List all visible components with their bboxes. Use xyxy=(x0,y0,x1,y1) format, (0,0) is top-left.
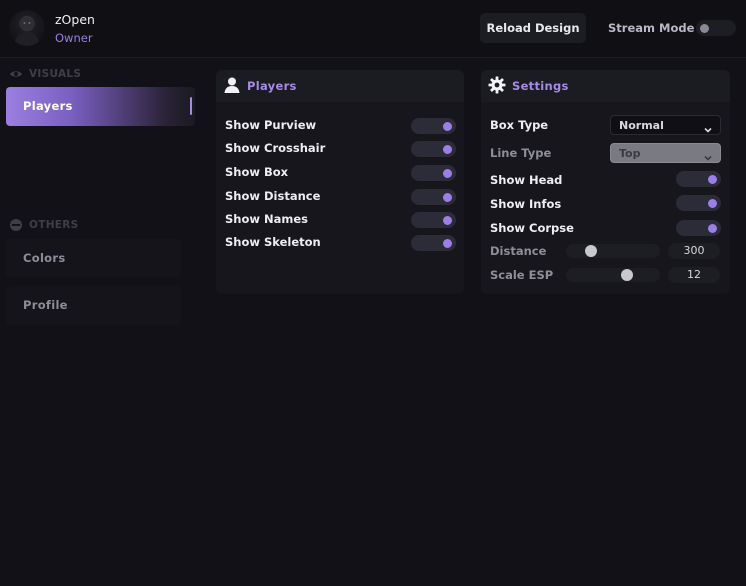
row-label: Show Crosshair xyxy=(225,141,326,155)
sidebar-item-players[interactable]: Players xyxy=(6,87,195,126)
row-label: Show Purview xyxy=(225,118,317,132)
toggle-knob xyxy=(443,145,452,154)
row-label: Show Skeleton xyxy=(225,235,321,249)
line-type-label: Line Type xyxy=(490,146,552,160)
box-type-select[interactable]: Normal xyxy=(610,115,721,135)
username: zOpen xyxy=(55,12,95,27)
sidebar-section-others: OTHERS xyxy=(9,218,79,232)
line-type-select[interactable]: Top xyxy=(610,143,721,163)
show-corpse-label: Show Corpse xyxy=(490,221,574,235)
show-head-toggle[interactable] xyxy=(676,171,721,187)
toggle-knob xyxy=(443,122,452,131)
slider-knob[interactable] xyxy=(585,245,597,257)
section-title-text: VISUALS xyxy=(29,68,82,80)
show-head-label: Show Head xyxy=(490,173,563,187)
sidebar-item-profile[interactable]: Profile xyxy=(6,286,181,325)
circle-icon xyxy=(9,218,23,232)
row-label: Show Box xyxy=(225,165,289,179)
avatar[interactable] xyxy=(9,10,45,46)
distance-value[interactable]: 300 xyxy=(668,243,720,259)
eye-icon xyxy=(9,67,23,81)
select-value: Top xyxy=(619,147,641,160)
header-bar: zOpen Owner Reload Design Stream Mode xyxy=(0,0,746,58)
show-purview-toggle[interactable] xyxy=(411,118,456,134)
box-type-label: Box Type xyxy=(490,118,549,132)
sidebar-item-label: Players xyxy=(23,99,73,113)
panel-header: Players xyxy=(216,70,464,102)
chevron-down-icon xyxy=(703,120,713,133)
scale-esp-label: Scale ESP xyxy=(490,268,554,282)
active-indicator xyxy=(190,97,192,115)
gear-icon xyxy=(488,76,506,94)
sidebar-item-colors[interactable]: Colors xyxy=(6,239,181,278)
distance-label: Distance xyxy=(490,244,547,258)
show-corpse-toggle[interactable] xyxy=(676,220,721,236)
toggle-knob xyxy=(443,239,452,248)
slider-knob[interactable] xyxy=(621,269,633,281)
chevron-down-icon xyxy=(703,148,713,161)
scale-esp-value[interactable]: 12 xyxy=(668,267,720,283)
show-box-toggle[interactable] xyxy=(411,165,456,181)
toggle-knob xyxy=(708,224,717,233)
row-label: Show Names xyxy=(225,212,309,226)
show-infos-label: Show Infos xyxy=(490,197,562,211)
row-label: Show Distance xyxy=(225,189,321,203)
scale-esp-slider[interactable] xyxy=(566,268,660,282)
show-skeleton-toggle[interactable] xyxy=(411,235,456,251)
sidebar-item-label: Profile xyxy=(23,298,68,312)
section-title-text: OTHERS xyxy=(29,219,79,231)
user-role: Owner xyxy=(55,31,93,45)
app-window: zOpen Owner Reload Design Stream Mode VI… xyxy=(0,0,746,586)
stream-mode-toggle[interactable] xyxy=(696,20,736,36)
panel-title: Settings xyxy=(512,79,569,93)
reload-design-button[interactable]: Reload Design xyxy=(480,13,586,43)
toggle-knob xyxy=(700,24,709,33)
panel-header: Settings xyxy=(481,70,730,102)
toggle-knob xyxy=(443,193,452,202)
players-panel: Players Show Purview Show Crosshair Show… xyxy=(216,70,464,294)
sidebar-item-label: Colors xyxy=(23,251,66,265)
sidebar-section-visuals: VISUALS xyxy=(9,67,81,81)
show-distance-toggle[interactable] xyxy=(411,189,456,205)
stream-mode-label: Stream Mode xyxy=(608,21,695,35)
toggle-knob xyxy=(708,199,717,208)
toggle-knob xyxy=(443,169,452,178)
distance-slider[interactable] xyxy=(566,244,660,258)
user-icon xyxy=(223,76,241,94)
select-value: Normal xyxy=(619,119,664,132)
panel-title: Players xyxy=(247,79,297,93)
toggle-knob xyxy=(443,216,452,225)
show-infos-toggle[interactable] xyxy=(676,195,721,211)
settings-panel: Settings Box Type Normal Line Type Top S… xyxy=(481,70,730,294)
show-names-toggle[interactable] xyxy=(411,212,456,228)
toggle-knob xyxy=(708,175,717,184)
show-crosshair-toggle[interactable] xyxy=(411,141,456,157)
